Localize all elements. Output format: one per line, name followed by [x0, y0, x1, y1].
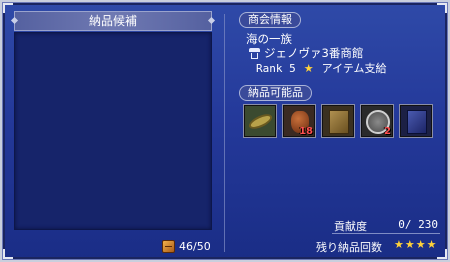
crate-icon: [162, 239, 175, 253]
inventory-capacity: 46/50: [162, 238, 211, 254]
capacity-text: 46/50: [179, 239, 211, 253]
shop-row: ジェノヴァ3番商館: [249, 45, 363, 61]
item-count: 18: [299, 126, 313, 137]
rank-row: Rank 5 ★ アイテム支給: [256, 60, 387, 76]
goods-list: 18 2: [243, 104, 433, 138]
lacquer-plate-icon: [246, 111, 275, 132]
frame-corner: [437, 3, 447, 13]
goods-item-lacquer-plate[interactable]: [243, 104, 277, 138]
panel-divider: [224, 14, 225, 252]
candidate-list[interactable]: [14, 32, 212, 230]
frame-corner: [3, 249, 13, 259]
remaining-deliveries-label: 残り納品回数: [316, 241, 382, 254]
blue-book-icon: [407, 110, 427, 134]
contribution-underline: [332, 233, 440, 234]
branch-label: アイテム支給: [321, 62, 387, 75]
goods-section-title: 納品可能品: [239, 85, 312, 101]
shop-icon: [249, 48, 260, 59]
goods-item-shield[interactable]: 2: [360, 104, 394, 138]
contribution-label: 貢献度: [334, 220, 367, 233]
info-section-title: 商会情報: [239, 12, 301, 28]
deliver-window: 納品候補 46/50 商会情報 海の一族 ジェノヴァ3番商館 Rank 5 ★ …: [0, 0, 450, 262]
item-count: 2: [384, 126, 391, 137]
goods-item-jar[interactable]: 18: [282, 104, 316, 138]
star-icon: ★: [303, 61, 314, 75]
book-icon: [329, 110, 349, 134]
candidate-panel-title: 納品候補: [14, 11, 212, 31]
rank-label: Rank 5: [256, 61, 296, 75]
frame-corner: [3, 3, 13, 13]
contribution-value: 0/ 230: [398, 218, 438, 231]
frame-corner: [437, 249, 447, 259]
goods-item-blue-book[interactable]: [399, 104, 433, 138]
shop-name: ジェノヴァ3番商館: [264, 46, 364, 60]
remaining-deliveries-stars: ★★★★: [394, 238, 438, 251]
goods-item-book[interactable]: [321, 104, 355, 138]
